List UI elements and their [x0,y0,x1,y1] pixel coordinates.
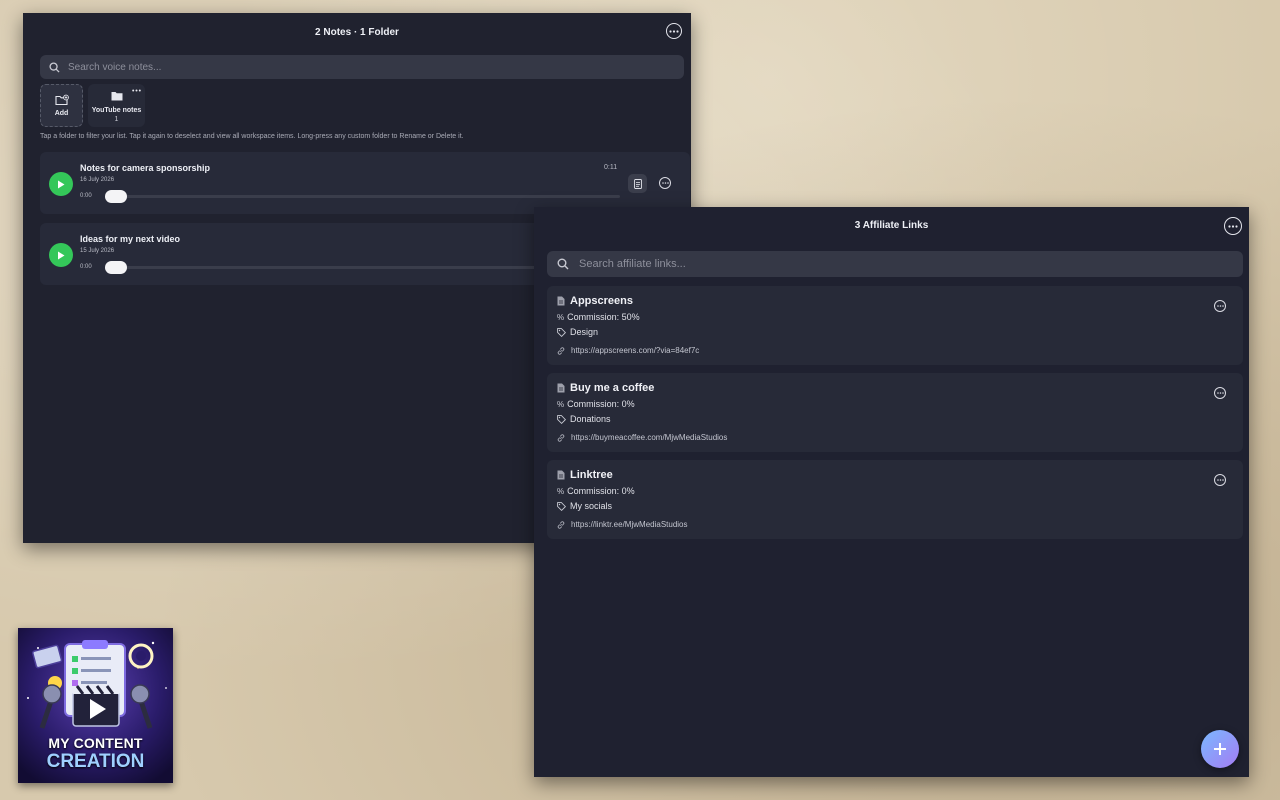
search-icon [49,61,60,73]
link-url-row[interactable]: https://linktr.ee/MjwMediaStudios [557,520,688,529]
link-title: Appscreens [557,295,633,307]
ellipsis-icon [1216,392,1224,394]
link-url[interactable]: https://linktr.ee/MjwMediaStudios [571,520,688,529]
folder-youtube-notes[interactable]: YouTube notes 1 [88,84,145,127]
play-button[interactable] [49,172,73,196]
playback-slider-knob[interactable] [105,190,127,203]
playback-position: 0:00 [80,264,92,270]
link-options-button[interactable] [1214,387,1226,399]
commission-text: Commission: 0% [567,486,635,496]
link-title: Linktree [557,469,613,481]
category-row: Donations [557,414,611,424]
search-input[interactable] [577,257,1243,271]
app-logo: MY CONTENT CREATION [18,628,173,783]
commission-text: Commission: 50% [567,312,640,322]
window-title: 2 Notes · 1 Folder [315,27,399,38]
document-icon [633,178,642,189]
more-options-button[interactable] [1224,217,1242,235]
play-button[interactable] [49,243,73,267]
play-icon [58,180,65,188]
commission-text: Commission: 0% [567,399,635,409]
affiliate-links-window: 3 Affiliate Links Appscreens % Commissio… [534,207,1249,777]
transcript-button[interactable] [628,174,647,193]
add-folder-label: Add [54,110,69,117]
commission-row: % Commission: 0% [557,486,635,496]
add-link-button[interactable] [1201,730,1239,768]
tag-icon [557,327,566,337]
play-icon [58,251,65,259]
affiliate-link-card[interactable]: Buy me a coffee % Commission: 0% Donatio… [547,373,1243,452]
playback-slider-knob[interactable] [105,261,127,274]
link-title: Buy me a coffee [557,382,654,394]
logo-line1: MY CONTENT [48,735,143,751]
link-url[interactable]: https://buymeacoffee.com/MjwMediaStudios [571,433,727,442]
note-title: Notes for camera sponsorship [80,163,211,173]
tag-icon [557,501,566,511]
category-text: My socials [570,501,613,511]
category-text: Design [570,327,599,337]
note-date: 16 July 2026 [80,177,115,183]
playback-position: 0:00 [80,193,92,199]
add-folder-button[interactable]: Add [40,84,83,127]
note-options-button[interactable] [659,177,671,189]
link-url-row[interactable]: https://buymeacoffee.com/MjwMediaStudios [557,433,727,442]
playback-track[interactable] [106,195,620,198]
link-url-row[interactable]: https://appscreens.com/?via=84ef7c [557,346,699,355]
percent-icon: % [557,312,565,322]
folder-count: 1 [114,116,119,123]
plus-icon [1214,743,1226,755]
affiliate-link-card[interactable]: Appscreens % Commission: 50% Design http… [547,286,1243,365]
ellipsis-icon [1216,479,1224,481]
note-duration: 0:11 [604,164,618,171]
link-name: Buy me a coffee [570,382,655,394]
category-text: Donations [570,414,611,424]
search-bar[interactable] [547,251,1243,277]
search-input[interactable] [66,60,684,74]
folder-hint-text: Tap a folder to filter your list. Tap it… [40,133,464,140]
link-icon [557,433,565,442]
link-icon [557,346,565,355]
link-name: Appscreens [570,295,633,307]
commission-row: % Commission: 0% [557,399,635,409]
note-title: Ideas for my next video [80,234,181,244]
window-title: 3 Affiliate Links [854,220,929,231]
ellipsis-icon [1216,305,1224,307]
logo-line2: CREATION [46,751,145,772]
percent-icon: % [557,399,565,409]
voice-note-card[interactable]: Notes for camera sponsorship 16 July 202… [40,152,690,214]
folder-name: YouTube notes [91,107,142,114]
link-options-button[interactable] [1214,300,1226,312]
search-bar[interactable] [40,55,684,79]
folder-icon [111,92,123,101]
link-name: Linktree [570,469,613,481]
percent-icon: % [557,486,565,496]
affiliate-link-card[interactable]: Linktree % Commission: 0% My socials htt… [547,460,1243,539]
note-date: 15 July 2026 [80,248,115,254]
ellipsis-icon [661,182,669,184]
link-icon [557,520,565,529]
document-icon [557,383,565,393]
commission-row: % Commission: 50% [557,312,640,322]
folder-add-icon [54,94,69,106]
link-options-button[interactable] [1214,474,1226,486]
folder-options-icon[interactable] [132,89,141,92]
category-row: Design [557,327,598,337]
ellipsis-icon [669,29,679,33]
category-row: My socials [557,501,612,511]
document-icon [557,470,565,480]
ellipsis-icon [1228,224,1238,228]
search-icon [557,258,569,270]
document-icon [557,296,565,306]
link-url[interactable]: https://appscreens.com/?via=84ef7c [571,346,699,355]
more-options-button[interactable] [666,23,682,39]
tag-icon [557,414,566,424]
